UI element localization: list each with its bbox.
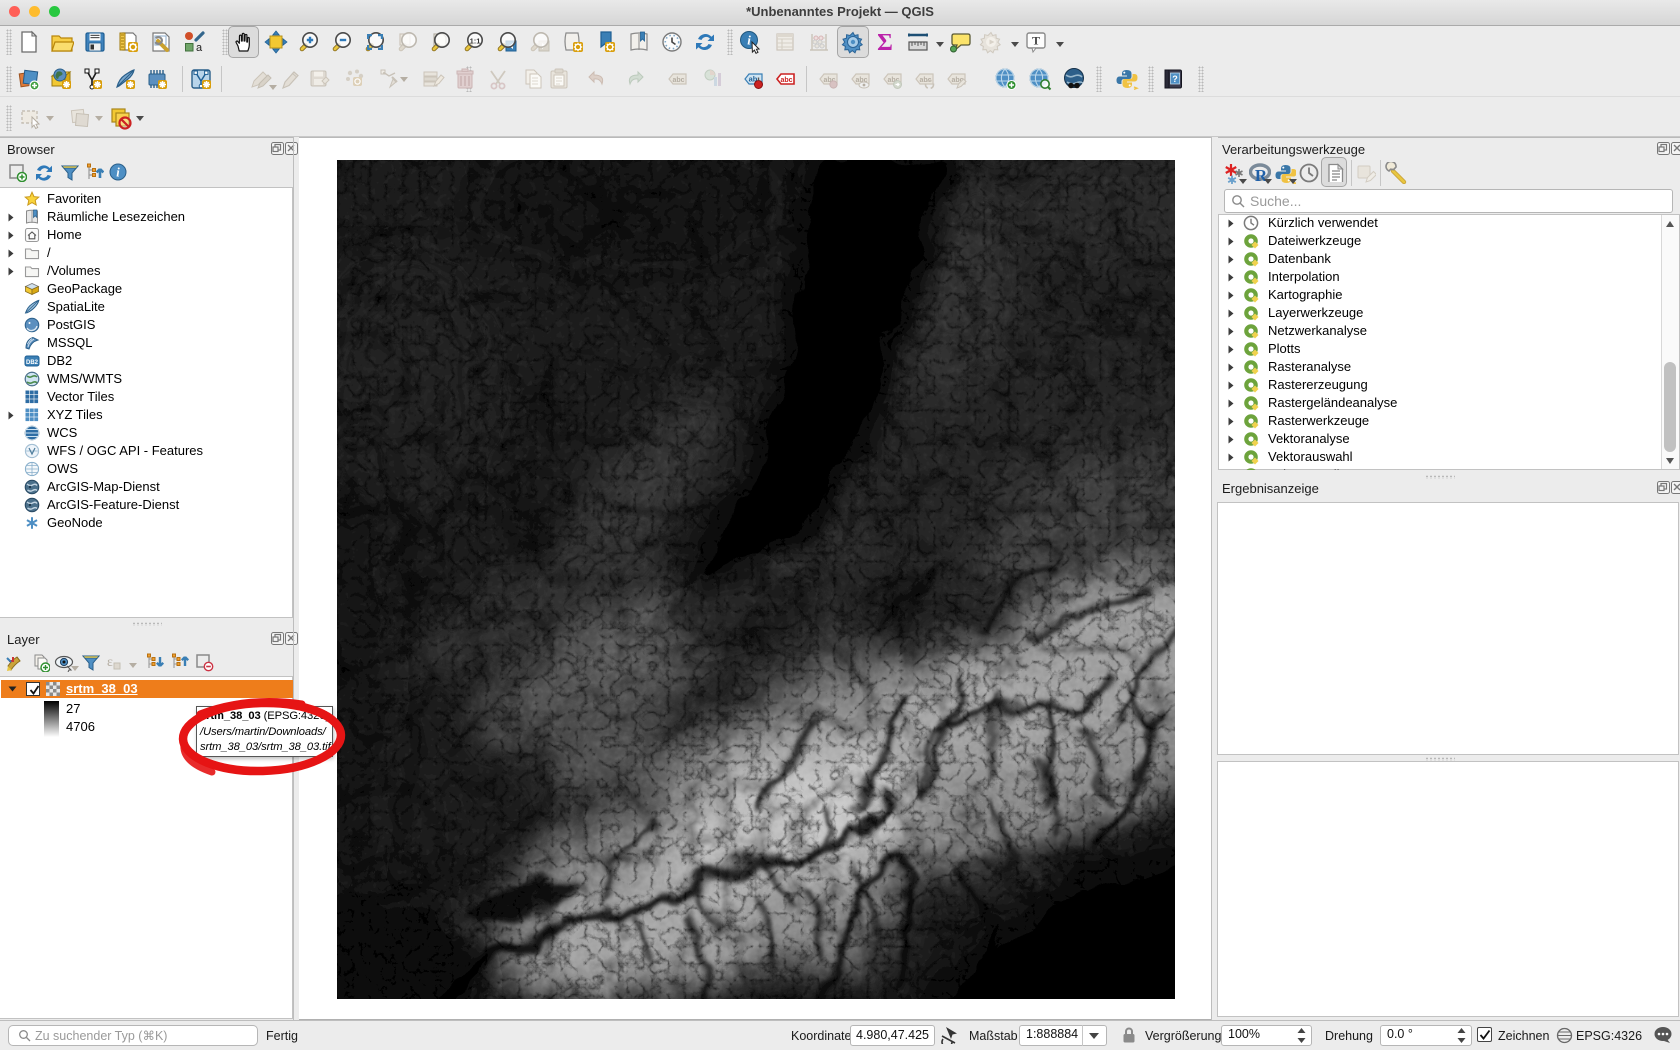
svg-text:T: T: [1032, 34, 1040, 48]
svg-text:ε: ε: [107, 655, 113, 670]
svg-text:?: ?: [1172, 74, 1178, 84]
svg-text:abc: abc: [672, 77, 684, 84]
svg-text:i: i: [747, 33, 751, 48]
svg-text:abc: abc: [780, 77, 792, 84]
svg-text:1:1: 1:1: [470, 37, 481, 46]
svg-text:a: a: [196, 42, 203, 54]
svg-text:i: i: [116, 166, 120, 180]
svg-text:Σ: Σ: [877, 30, 893, 54]
svg-text:DB2: DB2: [26, 360, 39, 366]
